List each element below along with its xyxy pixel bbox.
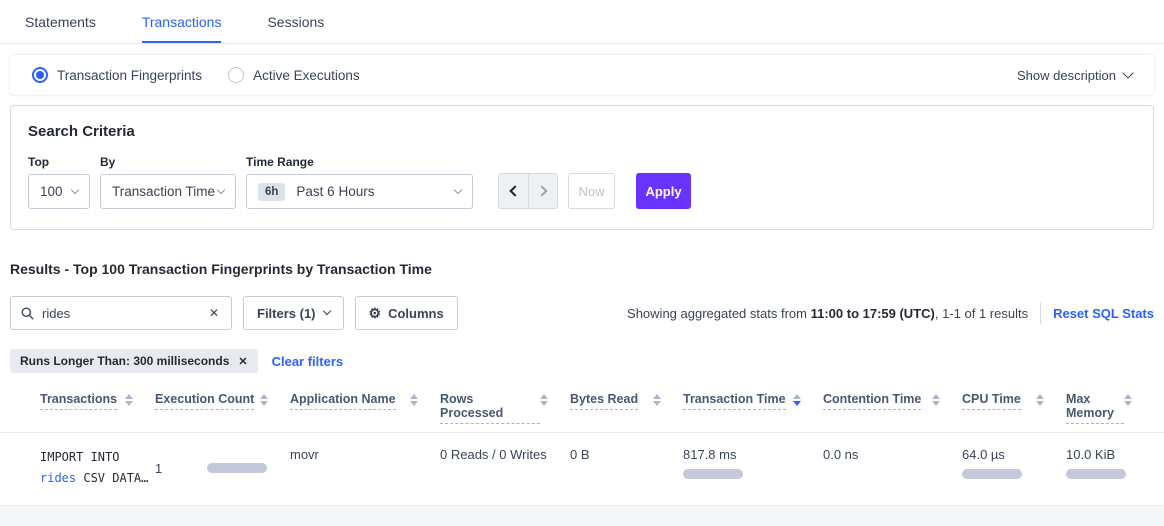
chevron-down-icon (322, 307, 330, 315)
columns-label: Columns (388, 306, 444, 321)
radio-active-executions[interactable]: Active Executions (228, 67, 360, 83)
gear-icon: ⚙ (369, 305, 382, 322)
radio-label: Transaction Fingerprints (57, 68, 202, 83)
radio-unselected-icon[interactable] (228, 67, 244, 83)
cpu-time-cell: 64.0 µs (962, 447, 1066, 489)
search-icon (21, 307, 34, 320)
results-toolbar: ✕ Filters (1) ⚙ Columns Showing aggregat… (10, 296, 1154, 330)
previous-time-window-button[interactable] (499, 174, 528, 208)
show-description-label: Show description (1017, 68, 1116, 83)
next-time-window-button[interactable] (528, 174, 557, 208)
column-header-cpu-time[interactable]: CPU Time (962, 392, 1066, 424)
sort-icon[interactable] (410, 394, 418, 406)
execution-count-cell: 1 (155, 447, 290, 489)
max-memory-cell: 10.0 KiB (1066, 447, 1154, 489)
column-header-rows-processed[interactable]: Rows Processed (440, 392, 570, 424)
top-label: Top (28, 155, 90, 169)
view-toggle-card: Transaction Fingerprints Active Executio… (10, 55, 1154, 95)
search-criteria-card: Search Criteria Top 100 By Transaction T… (10, 105, 1154, 230)
search-box[interactable]: ✕ (10, 296, 232, 330)
application-name-cell: movr (290, 447, 440, 489)
clear-filters-link[interactable]: Clear filters (272, 354, 344, 369)
chevron-left-icon (509, 185, 520, 196)
filters-label: Filters (1) (257, 306, 316, 321)
chevron-down-icon (1122, 67, 1133, 78)
aggregated-stats-text: Showing aggregated stats from 11:00 to 1… (627, 306, 1028, 321)
chevron-down-icon (71, 185, 79, 193)
sort-icon[interactable] (125, 394, 133, 406)
chevron-right-icon (536, 185, 547, 196)
chevron-down-icon (454, 185, 462, 193)
results-heading: Results - Top 100 Transaction Fingerprin… (10, 261, 1154, 277)
by-select-value: Transaction Time (112, 184, 215, 199)
apply-button[interactable]: Apply (636, 173, 691, 209)
column-header-transactions[interactable]: Transactions (40, 392, 155, 424)
column-header-contention-time[interactable]: Contention Time (823, 392, 962, 424)
by-label: By (100, 155, 236, 169)
tab-transactions[interactable]: Transactions (142, 2, 222, 43)
page-background (0, 506, 1164, 526)
transactions-table: Transactions Execution Count Application… (0, 386, 1164, 506)
radio-label: Active Executions (253, 68, 360, 83)
by-select[interactable]: Transaction Time (100, 174, 236, 209)
column-header-application-name[interactable]: Application Name (290, 392, 440, 424)
remove-filter-icon[interactable]: ✕ (238, 355, 247, 368)
show-description-toggle[interactable]: Show description (1017, 68, 1132, 83)
now-button[interactable]: Now (568, 173, 615, 209)
sort-icon[interactable] (260, 394, 268, 406)
table-header-row: Transactions Execution Count Application… (0, 386, 1164, 433)
active-filters-row: Runs Longer Than: 300 milliseconds ✕ Cle… (10, 349, 1154, 373)
sort-icon[interactable] (540, 394, 548, 406)
filter-pill-runs-longer-than: Runs Longer Than: 300 milliseconds ✕ (10, 349, 258, 373)
column-header-max-memory[interactable]: Max Memory (1066, 392, 1154, 424)
table-row: IMPORT INTO rides CSV DATA… 1 movr 0 Rea… (0, 433, 1164, 506)
clear-search-icon[interactable]: ✕ (207, 306, 221, 320)
sort-icon[interactable] (1124, 394, 1132, 406)
divider (1040, 302, 1041, 324)
rows-processed-cell: 0 Reads / 0 Writes (440, 447, 570, 489)
page-content: Statements Transactions Sessions Transac… (0, 0, 1164, 506)
search-criteria-title: Search Criteria (28, 123, 1136, 140)
search-input[interactable] (42, 306, 207, 321)
sort-icon-active-desc[interactable] (793, 394, 801, 406)
transaction-fingerprint-link[interactable]: IMPORT INTO rides CSV DATA… (40, 447, 155, 489)
column-header-transaction-time[interactable]: Transaction Time (683, 392, 823, 424)
column-header-bytes-read[interactable]: Bytes Read (570, 392, 683, 424)
filter-pill-label: Runs Longer Than: 300 milliseconds (20, 354, 229, 368)
top-select[interactable]: 100 (28, 174, 90, 209)
cpu-time-bar (962, 469, 1022, 479)
filters-button[interactable]: Filters (1) (243, 296, 344, 330)
max-memory-bar (1066, 469, 1126, 479)
top-tab-bar: Statements Transactions Sessions (0, 0, 1164, 44)
time-window-arrows (498, 173, 558, 209)
bytes-read-cell: 0 B (570, 447, 683, 489)
time-range-select[interactable]: 6h Past 6 Hours (246, 174, 473, 209)
top-field: Top 100 (28, 155, 90, 209)
by-field: By Transaction Time (100, 155, 236, 209)
radio-selected-icon[interactable] (32, 67, 48, 83)
time-range-badge: 6h (258, 183, 285, 201)
search-criteria-controls: Top 100 By Transaction Time Time Range 6… (28, 155, 1136, 209)
sort-icon[interactable] (653, 394, 661, 406)
top-select-value: 100 (40, 184, 63, 199)
columns-button[interactable]: ⚙ Columns (355, 296, 458, 330)
chevron-down-icon (217, 185, 225, 193)
time-range-field: Time Range 6h Past 6 Hours (246, 155, 473, 209)
sort-icon[interactable] (932, 394, 940, 406)
tab-sessions[interactable]: Sessions (267, 2, 324, 43)
sort-icon[interactable] (1036, 394, 1044, 406)
contention-time-cell: 0.0 ns (823, 447, 962, 489)
column-header-execution-count[interactable]: Execution Count (155, 392, 290, 424)
time-range-value: Past 6 Hours (296, 184, 374, 199)
reset-sql-stats-link[interactable]: Reset SQL Stats (1053, 306, 1154, 321)
transaction-time-cell: 817.8 ms (683, 447, 823, 489)
execution-count-bar (207, 463, 267, 473)
transaction-time-bar (683, 469, 743, 479)
tab-statements[interactable]: Statements (25, 2, 96, 43)
radio-transaction-fingerprints[interactable]: Transaction Fingerprints (32, 67, 202, 83)
time-range-label: Time Range (246, 155, 473, 169)
